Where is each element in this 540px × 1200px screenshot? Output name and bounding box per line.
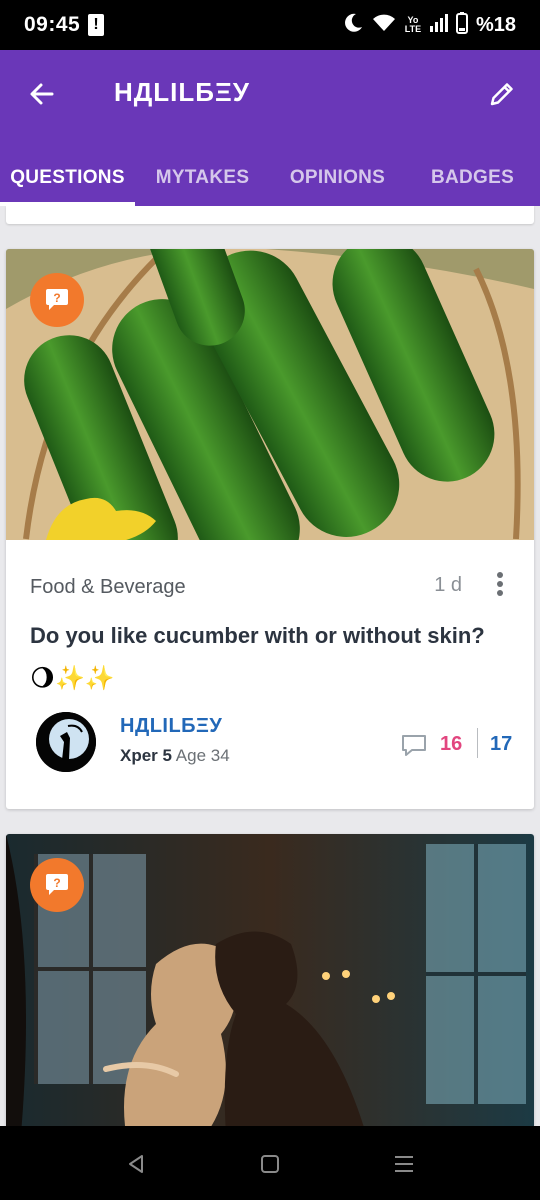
- question-card[interactable]: ? Food & Beverage 1 d Do you like cucumb…: [6, 249, 534, 809]
- avatar[interactable]: [36, 712, 96, 772]
- question-bubble-icon: ?: [46, 289, 68, 310]
- questions-feed[interactable]: ? Food & Beverage 1 d Do you like cucumb…: [0, 206, 540, 1126]
- status-bar: 09:45 ! Yo LTE %18: [0, 0, 540, 50]
- back-triangle-icon: [129, 1155, 143, 1173]
- tab-opinions[interactable]: OPINIONS: [270, 150, 405, 206]
- svg-text:?: ?: [53, 876, 60, 890]
- nav-recents-button[interactable]: [390, 1150, 418, 1178]
- status-icons: Yo LTE %18: [342, 11, 516, 39]
- question-title[interactable]: Do you like cucumber with or without ski…: [30, 622, 510, 650]
- dot: [497, 590, 503, 596]
- dot: [497, 572, 503, 578]
- tab-badges[interactable]: BADGES: [405, 150, 540, 206]
- previous-card[interactable]: [6, 206, 534, 224]
- svg-text:?: ?: [53, 291, 60, 305]
- tab-questions[interactable]: QUESTIONS: [0, 150, 135, 206]
- pencil-icon: [490, 83, 513, 106]
- question-badge: ?: [30, 273, 84, 327]
- nav-back-button[interactable]: [122, 1150, 150, 1178]
- edit-button[interactable]: [482, 74, 522, 114]
- moon-icon: [342, 12, 364, 39]
- author-xper: Xper 5: [120, 746, 172, 765]
- alert-icon: !: [88, 14, 104, 36]
- battery-percent: %18: [475, 13, 516, 36]
- home-square-icon: [261, 1155, 279, 1173]
- recents-menu-icon: [395, 1156, 413, 1172]
- author-name[interactable]: НДLILБΞУ: [120, 715, 222, 738]
- system-nav-bar: [0, 1126, 540, 1200]
- status-time: 09:45: [24, 13, 81, 36]
- comment-count[interactable]: 16: [440, 733, 462, 756]
- battery-icon: [455, 11, 468, 39]
- question-bubble-icon: ?: [46, 874, 68, 895]
- like-count[interactable]: 17: [490, 733, 512, 756]
- author-age: Age 34: [175, 746, 230, 765]
- dot: [497, 581, 503, 587]
- couple-window-painting[interactable]: ?: [6, 834, 534, 1126]
- stat-divider: [477, 728, 478, 758]
- profile-title: НДLILБΞУ: [114, 77, 250, 107]
- nav-home-button[interactable]: [256, 1150, 284, 1178]
- question-badge: ?: [30, 858, 84, 912]
- question-emoji: 🌖✨✨: [30, 665, 115, 692]
- question-category[interactable]: Food & Beverage: [30, 576, 186, 599]
- arrow-left-icon: [30, 83, 54, 105]
- back-button[interactable]: [22, 74, 62, 114]
- app-bar: НДLILБΞУ QUESTIONS MYTAKES OPINIONS BADG…: [0, 50, 540, 206]
- tab-mytakes[interactable]: MYTAKES: [135, 150, 270, 206]
- time-ago: 1 d: [434, 574, 462, 596]
- lte-icon: Yo LTE: [404, 15, 422, 34]
- comment-icon[interactable]: [400, 733, 428, 759]
- wifi-icon: [372, 13, 396, 38]
- signal-icon: [429, 13, 448, 37]
- profile-tabs: QUESTIONS MYTAKES OPINIONS BADGES: [0, 150, 540, 206]
- cucumbers-photo[interactable]: ?: [6, 249, 534, 540]
- more-options-button[interactable]: [492, 570, 508, 598]
- question-card[interactable]: ?: [6, 834, 534, 1126]
- author-meta: Xper 5 Age 34: [120, 746, 230, 766]
